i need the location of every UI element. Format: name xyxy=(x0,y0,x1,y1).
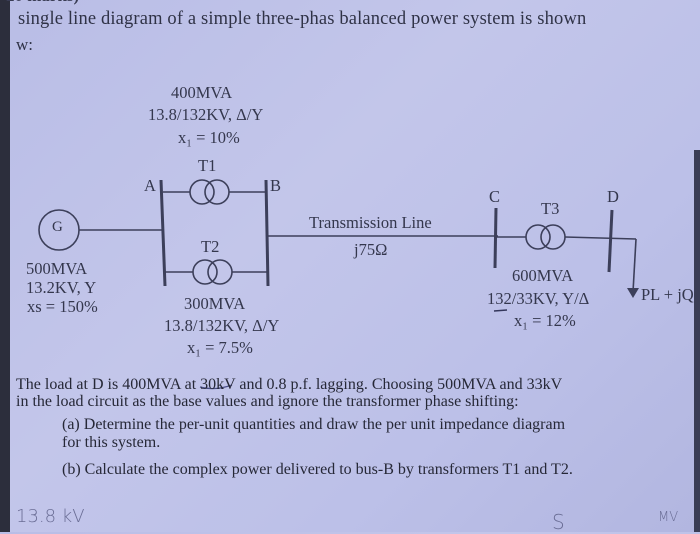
load-label: PL + jQ xyxy=(641,285,694,304)
t1-voltage: 13.8/132KV, Δ/Y xyxy=(148,105,264,124)
handwritten-note-left: 13.8 kV xyxy=(16,506,85,527)
t3-voltage: 132/33KV, Y/Δ xyxy=(487,289,590,308)
part-a-line-2: for this system. xyxy=(62,434,161,451)
part-a-line-1: (a) Determine the per-unit quantities an… xyxy=(62,416,566,433)
bus-c-label: C xyxy=(489,187,501,206)
load-lead xyxy=(632,238,637,293)
single-line-diagram xyxy=(38,179,639,390)
t1-reactance: x₁ = 10% xyxy=(178,128,240,147)
t2-rating: 300MVA xyxy=(184,294,246,313)
t2-voltage: 13.8/132KV, Δ/Y xyxy=(164,316,280,335)
t1-name: T1 xyxy=(198,156,217,175)
bus-d xyxy=(607,209,614,273)
transmission-line-impedance: j75Ω xyxy=(354,240,388,259)
t1-winding-primary xyxy=(189,179,215,205)
bus-a xyxy=(159,179,167,287)
bus-c xyxy=(493,207,498,269)
t3-winding-secondary xyxy=(540,224,566,250)
t1-winding-secondary xyxy=(204,179,230,205)
t2-name: T2 xyxy=(201,237,220,256)
handwritten-note-right: MV xyxy=(658,510,679,525)
handwritten-s-symbol: S xyxy=(552,510,565,534)
t3-lead-right xyxy=(564,236,637,240)
t2-reactance: x₁ = 7.5% xyxy=(187,338,253,357)
transmission-line-label: Transmission Line xyxy=(309,213,432,232)
t3-winding-primary xyxy=(525,224,551,250)
bus-a-label: A xyxy=(144,176,156,195)
generator-rating: 500MVA xyxy=(26,259,88,278)
bus-b xyxy=(264,179,270,287)
generator-voltage: 13.2KV, Y xyxy=(26,278,97,297)
load-arrow-icon xyxy=(627,288,639,298)
t3-rating: 600MVA xyxy=(512,266,574,285)
t1-rating: 400MVA xyxy=(171,83,233,102)
bus-b-label: B xyxy=(270,176,282,195)
t3-name: T3 xyxy=(541,199,560,218)
handwritten-underline xyxy=(493,309,508,312)
generator-symbol-label: G xyxy=(52,219,63,235)
problem-text-line-1: The load at D is 400MVA at 30kV and 0.8 … xyxy=(16,376,563,393)
part-b-text: (b) Calculate the complex power delivere… xyxy=(62,461,573,478)
t2-winding-secondary xyxy=(207,259,233,285)
bus-d-label: D xyxy=(607,187,619,206)
problem-text-line-2: in the load circuit as the base values a… xyxy=(16,393,519,410)
t3-reactance: x₁ = 12% xyxy=(514,311,576,330)
generator-reactance: xs = 150% xyxy=(27,297,98,316)
t2-winding-primary xyxy=(192,259,218,285)
